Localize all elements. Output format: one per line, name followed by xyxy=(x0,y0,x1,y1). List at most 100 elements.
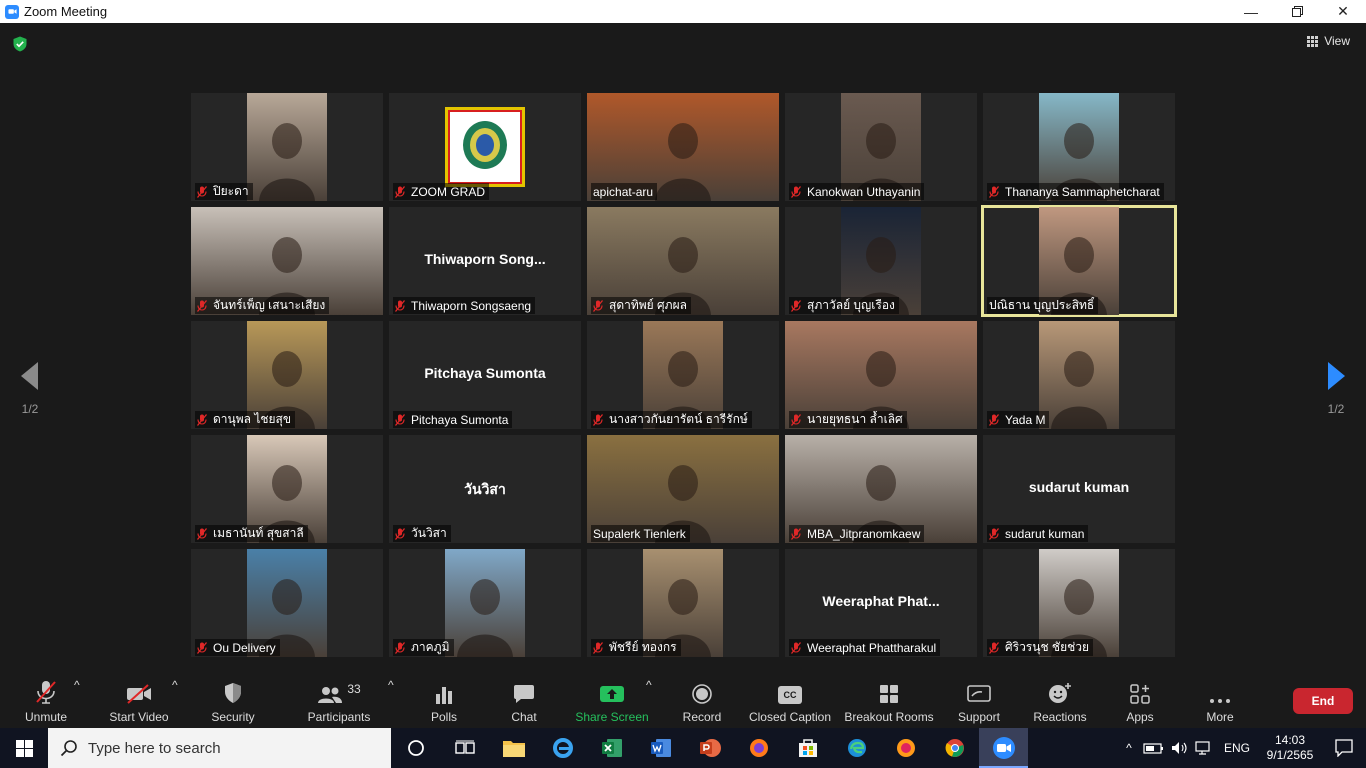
encryption-shield-icon[interactable] xyxy=(12,36,28,52)
participants-options-caret[interactable]: ^ xyxy=(388,678,394,724)
participant-tile[interactable]: Thananya Sammaphetcharat xyxy=(983,93,1175,201)
audio-options-caret[interactable]: ^ xyxy=(74,678,80,724)
participant-tile[interactable]: apichat-aru xyxy=(587,93,779,201)
share-screen-button[interactable]: Share Screen xyxy=(575,678,649,724)
breakout-rooms-button[interactable]: Breakout Rooms xyxy=(844,678,934,724)
participant-tile[interactable]: Pitchaya Sumonta Pitchaya Sumonta xyxy=(389,321,581,429)
mic-muted-icon xyxy=(36,681,56,704)
participant-name: สุดาทิพย์ ศุภผล xyxy=(609,298,687,312)
participant-tile[interactable]: สุดาทิพย์ ศุภผล xyxy=(587,207,779,315)
participants-button[interactable]: 33 Participants xyxy=(308,678,371,724)
person-silhouette-icon xyxy=(1051,351,1107,429)
participant-tile[interactable]: MBA_Jitpranomkaew xyxy=(785,435,977,543)
participant-tile[interactable]: วันวิสา วันวิสา xyxy=(389,435,581,543)
mic-muted-icon xyxy=(394,527,406,540)
start-button[interactable] xyxy=(0,728,48,768)
input-language[interactable]: ENG xyxy=(1224,741,1250,755)
unmute-button[interactable]: Unmute xyxy=(24,678,68,724)
support-button[interactable]: Support xyxy=(956,678,1002,724)
mic-muted-icon xyxy=(592,299,604,312)
participant-name-tag: ดานุพล ไชยสุข xyxy=(195,411,296,428)
taskbar-search-box[interactable]: Type here to search xyxy=(48,728,391,768)
gallery-grid: ปิยะดา ZOOM GRAD apichat-aru Kanokwan Uthay… xyxy=(191,93,1177,658)
file-explorer-button[interactable] xyxy=(489,728,538,768)
task-view-button[interactable] xyxy=(440,728,489,768)
search-icon xyxy=(60,740,77,757)
security-button[interactable]: Security xyxy=(211,678,255,724)
participant-tile[interactable]: นายยุทธนา ล้ำเลิศ xyxy=(785,321,977,429)
participant-name: ภาคภูมิ xyxy=(411,640,450,654)
mic-muted-icon xyxy=(196,641,208,654)
video-options-caret[interactable]: ^ xyxy=(172,678,178,724)
participant-tile[interactable]: ศิริวรนุช ชัยช่วย xyxy=(983,549,1175,657)
minimize-button[interactable]: — xyxy=(1228,0,1274,23)
previous-page[interactable]: 1/2 xyxy=(10,358,50,416)
participant-tile[interactable]: จันทร์เพ็ญ เสนาะเสียง xyxy=(191,207,383,315)
participant-name: Yada M xyxy=(1005,412,1046,427)
mic-muted-icon xyxy=(988,185,1000,198)
participant-tile[interactable]: Yada M xyxy=(983,321,1175,429)
battery-icon[interactable] xyxy=(1143,741,1165,755)
participant-tile[interactable]: Ou Delivery xyxy=(191,549,383,657)
firefox-second-button[interactable] xyxy=(881,728,930,768)
show-hidden-icons-chevron-icon[interactable]: ^ xyxy=(1118,741,1140,755)
next-page[interactable]: 1/2 xyxy=(1316,358,1356,416)
participant-tile[interactable]: เมธานันท์ สุขสาลี xyxy=(191,435,383,543)
mic-muted-icon xyxy=(394,299,406,312)
participant-tile[interactable]: สุภาวัลย์ บุญเรือง xyxy=(785,207,977,315)
internet-explorer-icon xyxy=(552,738,573,758)
cortana-button[interactable] xyxy=(391,728,440,768)
chevron-right-icon[interactable] xyxy=(1316,358,1356,394)
participant-tile[interactable]: พัชรีย์ ทองกร xyxy=(587,549,779,657)
firefox-button[interactable] xyxy=(734,728,783,768)
participant-tile[interactable]: Thiwaporn Song... Thiwaporn Songsaeng xyxy=(389,207,581,315)
participant-tile[interactable]: Weeraphat Phat... Weeraphat Phattharakul xyxy=(785,549,977,657)
word-button[interactable] xyxy=(636,728,685,768)
participant-display-name: Thiwaporn Song... xyxy=(424,251,546,267)
chat-button[interactable]: Chat xyxy=(506,678,542,724)
closed-caption-button[interactable]: CC Closed Caption xyxy=(749,678,831,724)
action-center-button[interactable] xyxy=(1322,739,1366,757)
participant-tile[interactable]: ZOOM GRAD xyxy=(389,93,581,201)
start-video-button[interactable]: Start Video xyxy=(108,678,170,724)
end-meeting-button[interactable]: End xyxy=(1293,688,1353,714)
volume-icon[interactable] xyxy=(1171,741,1189,755)
zoom-taskbar-button[interactable] xyxy=(979,728,1028,768)
network-icon[interactable] xyxy=(1195,741,1213,755)
chevron-left-icon[interactable] xyxy=(10,358,50,394)
share-options-caret[interactable]: ^ xyxy=(646,678,652,724)
record-button[interactable]: Record xyxy=(682,678,722,724)
mic-muted-icon xyxy=(790,299,802,312)
participant-tile[interactable]: ภาคภูมิ xyxy=(389,549,581,657)
notification-icon xyxy=(1335,739,1353,757)
support-label: Support xyxy=(957,710,1001,724)
zoom-icon xyxy=(992,737,1015,759)
excel-button[interactable] xyxy=(587,728,636,768)
reactions-button[interactable]: Reactions xyxy=(1033,678,1087,724)
participant-name: เมธานันท์ สุขสาลี xyxy=(213,526,304,540)
more-button[interactable]: More xyxy=(1202,678,1238,724)
participant-video xyxy=(1039,321,1119,429)
participant-tile[interactable]: ดานุพล ไชยสุข xyxy=(191,321,383,429)
participant-tile[interactable]: นางสาวกันยารัตน์ ธารีรักษ์ xyxy=(587,321,779,429)
mic-muted-icon xyxy=(394,185,406,198)
view-button[interactable]: View xyxy=(1307,34,1350,48)
participant-tile[interactable]: ปณิธาน บุญประสิทธิ์ xyxy=(981,205,1177,317)
excel-icon xyxy=(601,739,622,757)
participant-tile[interactable]: Supalerk Tienlerk xyxy=(587,435,779,543)
clock[interactable]: 14:03 9/1/2565 xyxy=(1258,733,1322,763)
internet-explorer-button[interactable] xyxy=(538,728,587,768)
powerpoint-button[interactable] xyxy=(685,728,734,768)
restore-button[interactable] xyxy=(1274,0,1320,23)
edge-button[interactable] xyxy=(832,728,881,768)
chrome-button[interactable] xyxy=(930,728,979,768)
participant-tile[interactable]: sudarut kuman sudarut kuman xyxy=(983,435,1175,543)
apps-button[interactable]: Apps xyxy=(1122,678,1158,724)
close-window-button[interactable]: ✕ xyxy=(1320,0,1366,23)
participant-tile[interactable]: Kanokwan Uthayanin xyxy=(785,93,977,201)
chat-label: Chat xyxy=(511,710,537,724)
participant-name: พัชรีย์ ทองกร xyxy=(609,640,677,654)
participant-tile[interactable]: ปิยะดา xyxy=(191,93,383,201)
store-button[interactable] xyxy=(783,728,832,768)
polls-button[interactable]: Polls xyxy=(426,678,462,724)
